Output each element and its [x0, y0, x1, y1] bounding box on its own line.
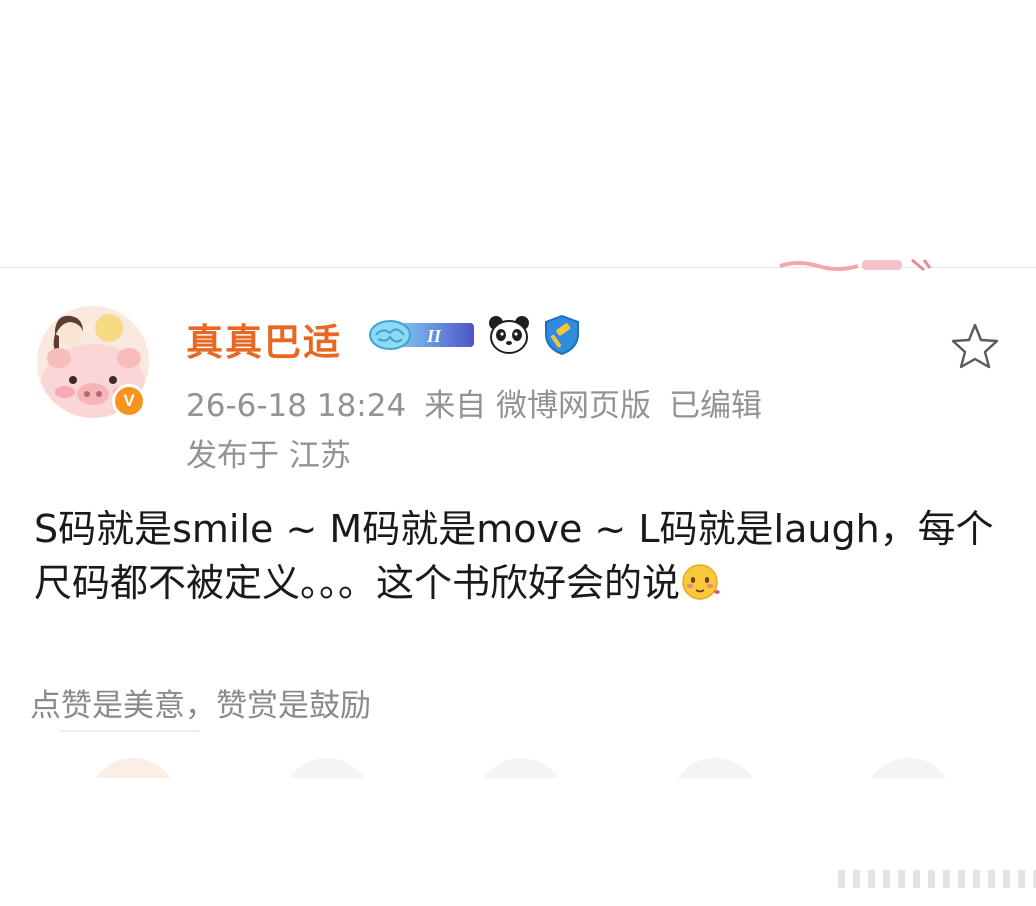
faded-divider [60, 730, 200, 732]
faded-action-circle [670, 758, 760, 778]
shy-blush-emoji-icon [682, 564, 721, 600]
user-badges: II [368, 314, 594, 360]
post-body: S码就是smile ~ M码就是move ~ L码就是laugh，每个尺码都不被… [34, 502, 1002, 610]
shield-gavel-icon[interactable] [542, 314, 582, 360]
level-label: II [426, 326, 442, 346]
user-avatar[interactable]: V [34, 296, 152, 420]
star-outline-icon [951, 323, 999, 369]
post-meta: 26-6-18 18:24 来自 微博网页版 已编辑 [186, 380, 780, 425]
post-body-text: S码就是smile ~ M码就是move ~ L码就是laugh，每个尺码都不被… [34, 507, 994, 605]
brain-level-badge-icon[interactable]: II [368, 317, 476, 357]
watermark [838, 870, 1036, 888]
post-source: 来自 微博网页版 [424, 388, 652, 424]
favorite-star-button[interactable] [950, 322, 1000, 370]
post-timestamp: 26-6-18 18:24 [186, 388, 407, 424]
faded-action-circle [282, 758, 372, 778]
faded-action-circle [476, 758, 566, 778]
post-location: 发布于 江苏 [186, 438, 351, 474]
reward-prompt: 点赞是美意，赞赏是鼓励 [30, 688, 371, 724]
edited-label[interactable]: 已编辑 [669, 388, 762, 424]
verified-v-icon: V [112, 384, 146, 418]
decorative-banner-fragment [778, 258, 934, 274]
username[interactable]: 真真巴适 [186, 312, 342, 366]
panda-icon[interactable] [488, 315, 530, 359]
faded-action-circle [864, 758, 954, 778]
faded-action-row [0, 728, 1036, 778]
faded-action-circle [88, 758, 178, 778]
